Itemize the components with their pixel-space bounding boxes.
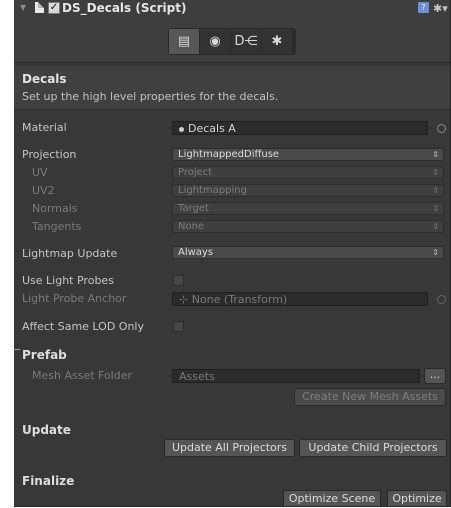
component-enabled-checkbox[interactable]: ✓: [48, 2, 60, 14]
component-title: DS_Decals (Script): [62, 1, 187, 15]
settings-gear-icon: ✱: [271, 34, 283, 49]
light-probe-anchor-label: Light Probe Anchor: [22, 292, 127, 305]
component-header: ▼ ✓ DS_Decals (Script) ? ✱▾ ▤ ◉ D⋲ ✱: [14, 0, 450, 63]
settings-tab[interactable]: ✱: [262, 29, 292, 54]
inspector-panel: ▼ ✓ DS_Decals (Script) ? ✱▾ ▤ ◉ D⋲ ✱ Dec…: [14, 0, 451, 507]
uv2-label: UV2: [32, 184, 55, 197]
lightmap-update-label: Lightmap Update: [22, 247, 118, 260]
dropdown-arrow-icon: ⇕: [432, 168, 439, 177]
book-icon[interactable]: ?: [418, 2, 429, 13]
tangents-dropdown: None ⇕: [172, 220, 444, 233]
inspector-tab[interactable]: ▤: [169, 29, 199, 54]
dropdown-arrow-icon: ⇕: [432, 204, 439, 213]
lightmap-update-dropdown[interactable]: Always ⇕: [172, 246, 444, 259]
uv-dropdown: Project ⇕: [172, 166, 444, 179]
expand-arrow-icon[interactable]: ▼: [20, 3, 26, 12]
optimize-scene-button[interactable]: Optimize Scene: [283, 490, 381, 506]
dropdown-arrow-icon: ⇕: [432, 150, 439, 159]
prefab-title: Prefab: [22, 348, 67, 362]
gear-icon[interactable]: ✱▾: [433, 2, 448, 15]
browse-button[interactable]: ...: [424, 368, 446, 384]
decals-section: Decals Set up the high level properties …: [14, 66, 450, 110]
normals-label: Normals: [32, 202, 78, 215]
affect-same-lod-checkbox[interactable]: [173, 321, 184, 332]
mesh-asset-folder-field: Assets: [172, 369, 420, 383]
material-dot-icon: [179, 126, 184, 132]
finalize-title: Finalize: [22, 474, 75, 488]
section-title: Decals: [22, 72, 67, 86]
update-all-projectors-button[interactable]: Update All Projectors: [164, 439, 295, 457]
dropdown-arrow-icon: ⇕: [432, 186, 439, 195]
projection-dropdown[interactable]: LightmappedDiffuse ⇕: [172, 148, 444, 161]
tangents-label: Tangents: [32, 220, 82, 233]
lightprobe-tab[interactable]: ◉: [200, 29, 230, 54]
dropdown-arrow-icon: ⇕: [432, 248, 439, 257]
material-picker-icon[interactable]: [437, 124, 446, 133]
use-light-probes-label: Use Light Probes: [22, 274, 114, 287]
transform-icon: ⊹: [179, 293, 192, 306]
section-description: Set up the high level properties for the…: [22, 90, 279, 103]
anchor-picker-icon: [437, 295, 446, 304]
mesh-asset-folder-label: Mesh Asset Folder: [32, 369, 133, 382]
affect-same-lod-label: Affect Same LOD Only: [22, 320, 144, 333]
edge-marker: [14, 349, 20, 350]
update-title: Update: [22, 423, 71, 437]
uv2-dropdown: Lightmapping ⇕: [172, 184, 444, 197]
projection-label: Projection: [22, 148, 77, 161]
light-probe-anchor-field: ⊹ None (Transform): [172, 292, 428, 306]
create-mesh-assets-button: Create New Mesh Assets: [294, 388, 446, 406]
decal-projector-tab[interactable]: D⋲: [231, 29, 261, 54]
inspector-icon: ▤: [177, 34, 191, 49]
script-file-icon: [35, 2, 44, 13]
inspector-toolbar: ▤ ◉ D⋲ ✱: [168, 28, 296, 55]
uv-label: UV: [32, 166, 48, 179]
material-label: Material: [22, 121, 67, 134]
dropdown-arrow-icon: ⇕: [432, 222, 439, 231]
normals-dropdown: Target ⇕: [172, 202, 444, 215]
update-child-projectors-button[interactable]: Update Child Projectors: [299, 439, 447, 457]
decal-projector-icon: D⋲: [234, 34, 258, 49]
lightprobe-icon: ◉: [209, 34, 221, 49]
use-light-probes-checkbox[interactable]: [173, 275, 184, 286]
optimize-button[interactable]: Optimize: [387, 490, 447, 506]
material-field[interactable]: Decals A: [172, 121, 428, 135]
